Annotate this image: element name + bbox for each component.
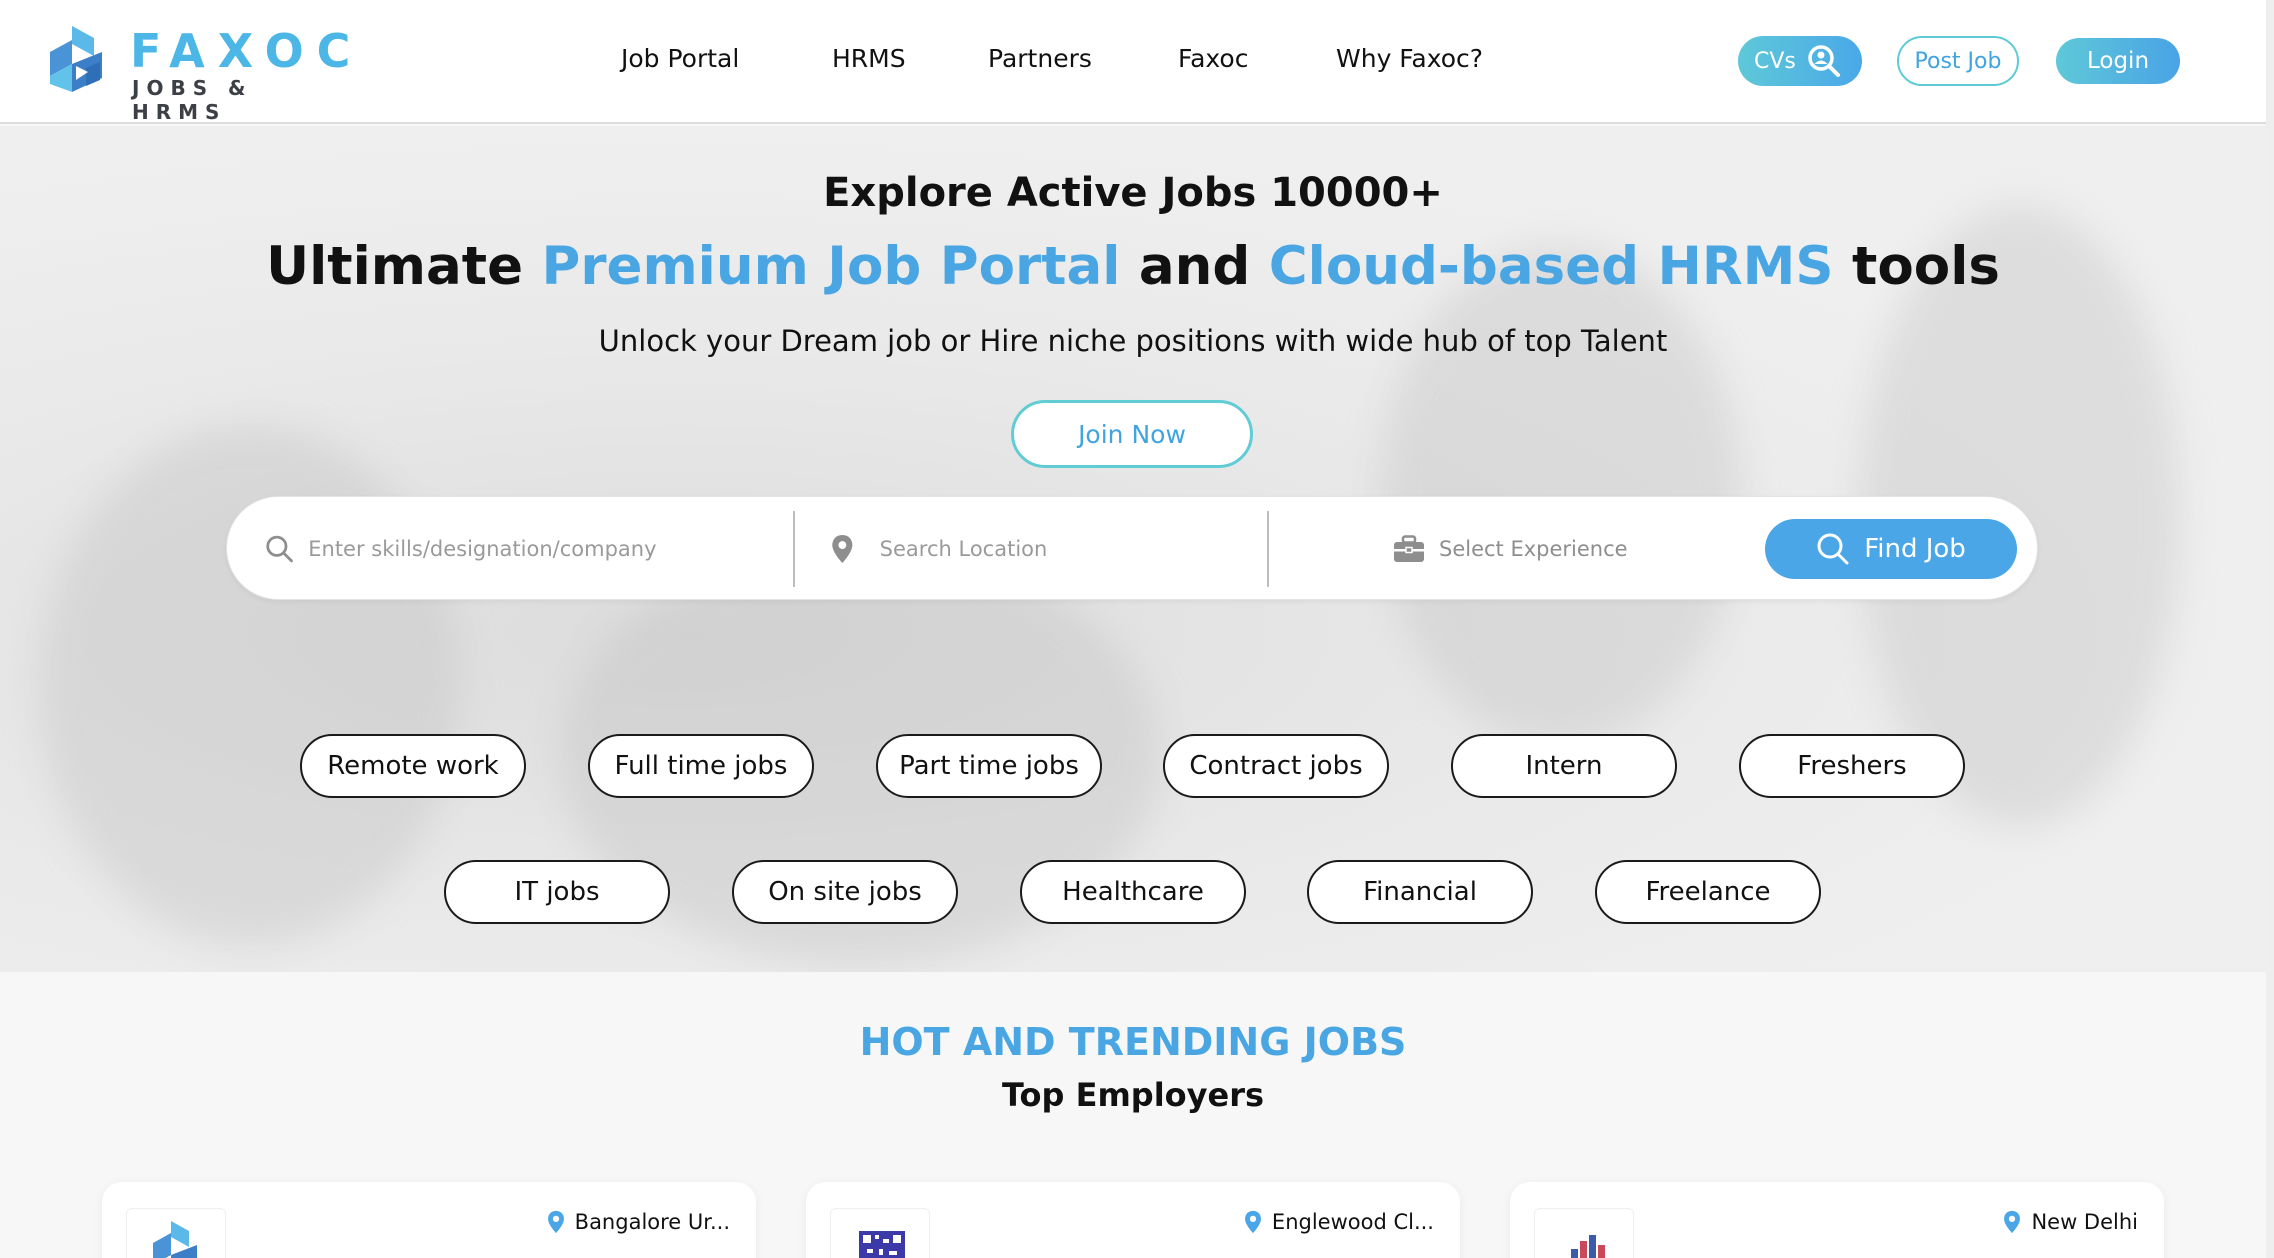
location-pin-icon xyxy=(2004,1210,2021,1234)
qr-code-icon xyxy=(859,1231,905,1258)
post-job-button[interactable]: Post Job xyxy=(1897,36,2019,86)
hero-title-part3: tools xyxy=(1833,236,2000,297)
cv-search-icon xyxy=(1808,45,1840,77)
hero-title-highlight-hrms: Cloud-based HRMS xyxy=(1268,236,1834,297)
employer-location-text: Englewood Cl... xyxy=(1271,1210,1434,1234)
cvs-button[interactable]: CVs xyxy=(1738,36,1862,86)
site-header: FAXOC JOBS & HRMS Job Portal HRMS Partne… xyxy=(0,0,2274,124)
experience-label: Select Experience xyxy=(1439,537,1628,561)
section-subtitle: Top Employers xyxy=(1001,1076,1265,1114)
login-button[interactable]: Login xyxy=(2056,38,2180,84)
nav-job-portal[interactable]: Job Portal xyxy=(621,44,739,73)
hero-title-part1: Ultimate xyxy=(266,236,542,297)
page-scrollbar[interactable] xyxy=(2266,0,2274,1258)
category-it-jobs[interactable]: IT jobs xyxy=(444,860,670,924)
hero-subtitle: Unlock your Dream job or Hire niche posi… xyxy=(598,324,1668,358)
employer-logo xyxy=(830,1208,930,1258)
category-freshers[interactable]: Freshers xyxy=(1739,734,1965,798)
category-on-site[interactable]: On site jobs xyxy=(732,860,958,924)
faxoc-logo-icon xyxy=(50,26,102,92)
employer-card[interactable]: Bangalore Ur... xyxy=(102,1182,756,1258)
job-search-bar: Select Experience Find Job xyxy=(226,496,2038,600)
hero-title-highlight-job-portal: Premium Job Portal xyxy=(541,236,1121,297)
category-healthcare[interactable]: Healthcare xyxy=(1020,860,1246,924)
cvs-label: CVs xyxy=(1754,48,1796,74)
find-job-button[interactable]: Find Job xyxy=(1765,519,2017,579)
search-icon xyxy=(266,535,293,563)
brand-tagline: JOBS & HRMS xyxy=(132,76,253,124)
section-title: HOT AND TRENDING JOBS xyxy=(859,1020,1407,1064)
location-pin-icon xyxy=(832,535,853,563)
hero-headline: Explore Active Jobs 10000+ xyxy=(823,170,1443,216)
nav-hrms[interactable]: HRMS xyxy=(832,44,906,73)
faxoc-logo-icon xyxy=(153,1221,197,1258)
nav-why-faxoc[interactable]: Why Faxoc? xyxy=(1336,44,1483,73)
briefcase-icon xyxy=(1394,535,1424,562)
building-logo-icon xyxy=(1571,1235,1605,1258)
skills-input[interactable] xyxy=(308,537,765,561)
employer-card[interactable]: New Delhi xyxy=(1510,1182,2164,1258)
find-job-label: Find Job xyxy=(1864,534,1966,564)
search-divider xyxy=(793,511,795,587)
category-contract[interactable]: Contract jobs xyxy=(1163,734,1389,798)
hero-title: Ultimate Premium Job Portal and Cloud-ba… xyxy=(0,236,2266,297)
employer-location: New Delhi xyxy=(2003,1210,2138,1234)
skills-search-field[interactable] xyxy=(265,521,765,577)
brand-name: FAXOC xyxy=(130,24,364,78)
experience-select[interactable]: Select Experience xyxy=(1393,521,1733,577)
employer-location-text: Bangalore Ur... xyxy=(574,1210,730,1234)
employer-logo xyxy=(126,1208,226,1258)
employer-location: Englewood Cl... xyxy=(1244,1210,1434,1234)
category-part-time[interactable]: Part time jobs xyxy=(876,734,1102,798)
employer-card[interactable]: Englewood Cl... xyxy=(806,1182,1460,1258)
location-search-field[interactable] xyxy=(831,521,1211,577)
location-pin-icon xyxy=(547,1210,564,1234)
category-remote-work[interactable]: Remote work xyxy=(300,734,526,798)
hero-title-part2: and xyxy=(1120,236,1269,297)
location-input[interactable] xyxy=(879,537,1211,561)
category-intern[interactable]: Intern xyxy=(1451,734,1677,798)
employer-location: Bangalore Ur... xyxy=(547,1210,730,1234)
hero-section: Explore Active Jobs 10000+ Ultimate Prem… xyxy=(0,126,2266,972)
category-full-time[interactable]: Full time jobs xyxy=(588,734,814,798)
location-pin-icon xyxy=(1244,1210,1261,1234)
search-divider xyxy=(1267,511,1269,587)
employer-logo xyxy=(1534,1208,1634,1258)
nav-faxoc[interactable]: Faxoc xyxy=(1178,44,1248,73)
category-financial[interactable]: Financial xyxy=(1307,860,1533,924)
join-now-button[interactable]: Join Now xyxy=(1011,400,1253,468)
nav-partners[interactable]: Partners xyxy=(988,44,1092,73)
search-icon xyxy=(1817,533,1849,565)
brand-logo[interactable]: FAXOC JOBS & HRMS xyxy=(42,22,350,124)
employer-location-text: New Delhi xyxy=(2031,1210,2138,1234)
category-freelance[interactable]: Freelance xyxy=(1595,860,1821,924)
